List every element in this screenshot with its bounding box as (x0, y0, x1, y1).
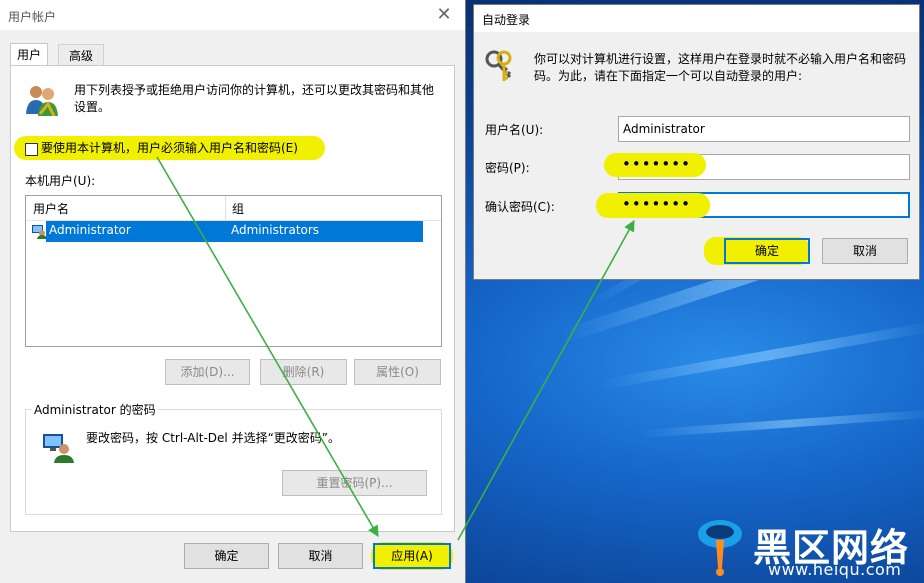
auto-logon-dialog: 自动登录 你可以对计算机进行设置，这样用户在登录时就不必输入用户名和密码 码。为… (473, 4, 920, 280)
title-bar: 自动登录 (474, 5, 919, 32)
title-bar: 用户帐户 ✕ (0, 0, 465, 30)
watermark-logo-icon (698, 520, 742, 576)
ok-button[interactable]: 确定 (724, 238, 810, 264)
list-header: 用户名 组 (26, 196, 441, 221)
intro-text-line2: 设置。 (74, 100, 111, 114)
users-icon (26, 86, 58, 116)
password-hint-text: 要改密码，按 Ctrl-Alt-Del 并选择“更改密码”。 (86, 431, 341, 445)
description-line1: 你可以对计算机进行设置，这样用户在登录时就不必输入用户名和密码 (534, 52, 907, 66)
confirm-password-value: ••••••• (622, 195, 691, 213)
row-username: Administrator (49, 223, 131, 237)
light-ray (600, 320, 924, 390)
tab-users[interactable]: 用户 (10, 43, 48, 65)
add-button[interactable]: 添加(D)... (165, 359, 250, 385)
tab-advanced[interactable]: 高级 (58, 44, 104, 66)
user-monitor-icon (43, 434, 74, 463)
delete-button[interactable]: 删除(R) (260, 359, 347, 385)
username-label: 用户名(U): (485, 123, 544, 137)
local-users-label: 本机用户(U): (25, 174, 96, 188)
password-groupbox (25, 409, 442, 515)
password-value: ••••••• (622, 155, 691, 173)
user-accounts-dialog: 用户帐户 ✕ 用户 高级 用下列表授予或拒绝用户访问你的计算机，还可以更改其密码… (0, 0, 466, 583)
description-line2: 码。为此，请在下面指定一个可以自动登录的用户: (534, 69, 803, 83)
require-password-checkbox[interactable] (25, 143, 38, 156)
window-title: 自动登录 (482, 13, 531, 27)
keys-icon (485, 50, 512, 81)
ok-button[interactable]: 确定 (184, 543, 269, 569)
column-header-group[interactable]: 组 (232, 200, 244, 217)
reset-password-button[interactable]: 重置密码(P)... (282, 470, 427, 496)
watermark-url: www.heiqu.com (768, 560, 902, 579)
password-group-label: Administrator 的密码 (32, 401, 158, 418)
column-divider (225, 196, 226, 220)
column-header-username[interactable]: 用户名 (33, 200, 69, 217)
row-group: Administrators (231, 223, 320, 237)
cancel-button[interactable]: 取消 (278, 543, 363, 569)
window-title: 用户帐户 (8, 10, 57, 24)
confirm-password-label: 确认密码(C): (485, 200, 555, 214)
users-list[interactable]: 用户名 组 Administrator Administrators (25, 195, 442, 347)
apply-button[interactable]: 应用(A) (373, 543, 451, 569)
light-ray (640, 409, 924, 438)
cancel-button[interactable]: 取消 (822, 238, 908, 264)
close-icon[interactable]: ✕ (433, 4, 455, 26)
properties-button[interactable]: 属性(O) (354, 359, 441, 385)
password-label: 密码(P): (485, 161, 530, 175)
require-password-label[interactable]: 要使用本计算机，用户必须输入用户名和密码(E) (41, 140, 298, 157)
username-field[interactable]: Administrator (618, 116, 910, 142)
intro-text-line1: 用下列表授予或拒绝用户访问你的计算机，还可以更改其密码和其他 (74, 83, 435, 97)
user-icon (32, 225, 47, 239)
table-row[interactable]: Administrator Administrators (46, 221, 423, 242)
